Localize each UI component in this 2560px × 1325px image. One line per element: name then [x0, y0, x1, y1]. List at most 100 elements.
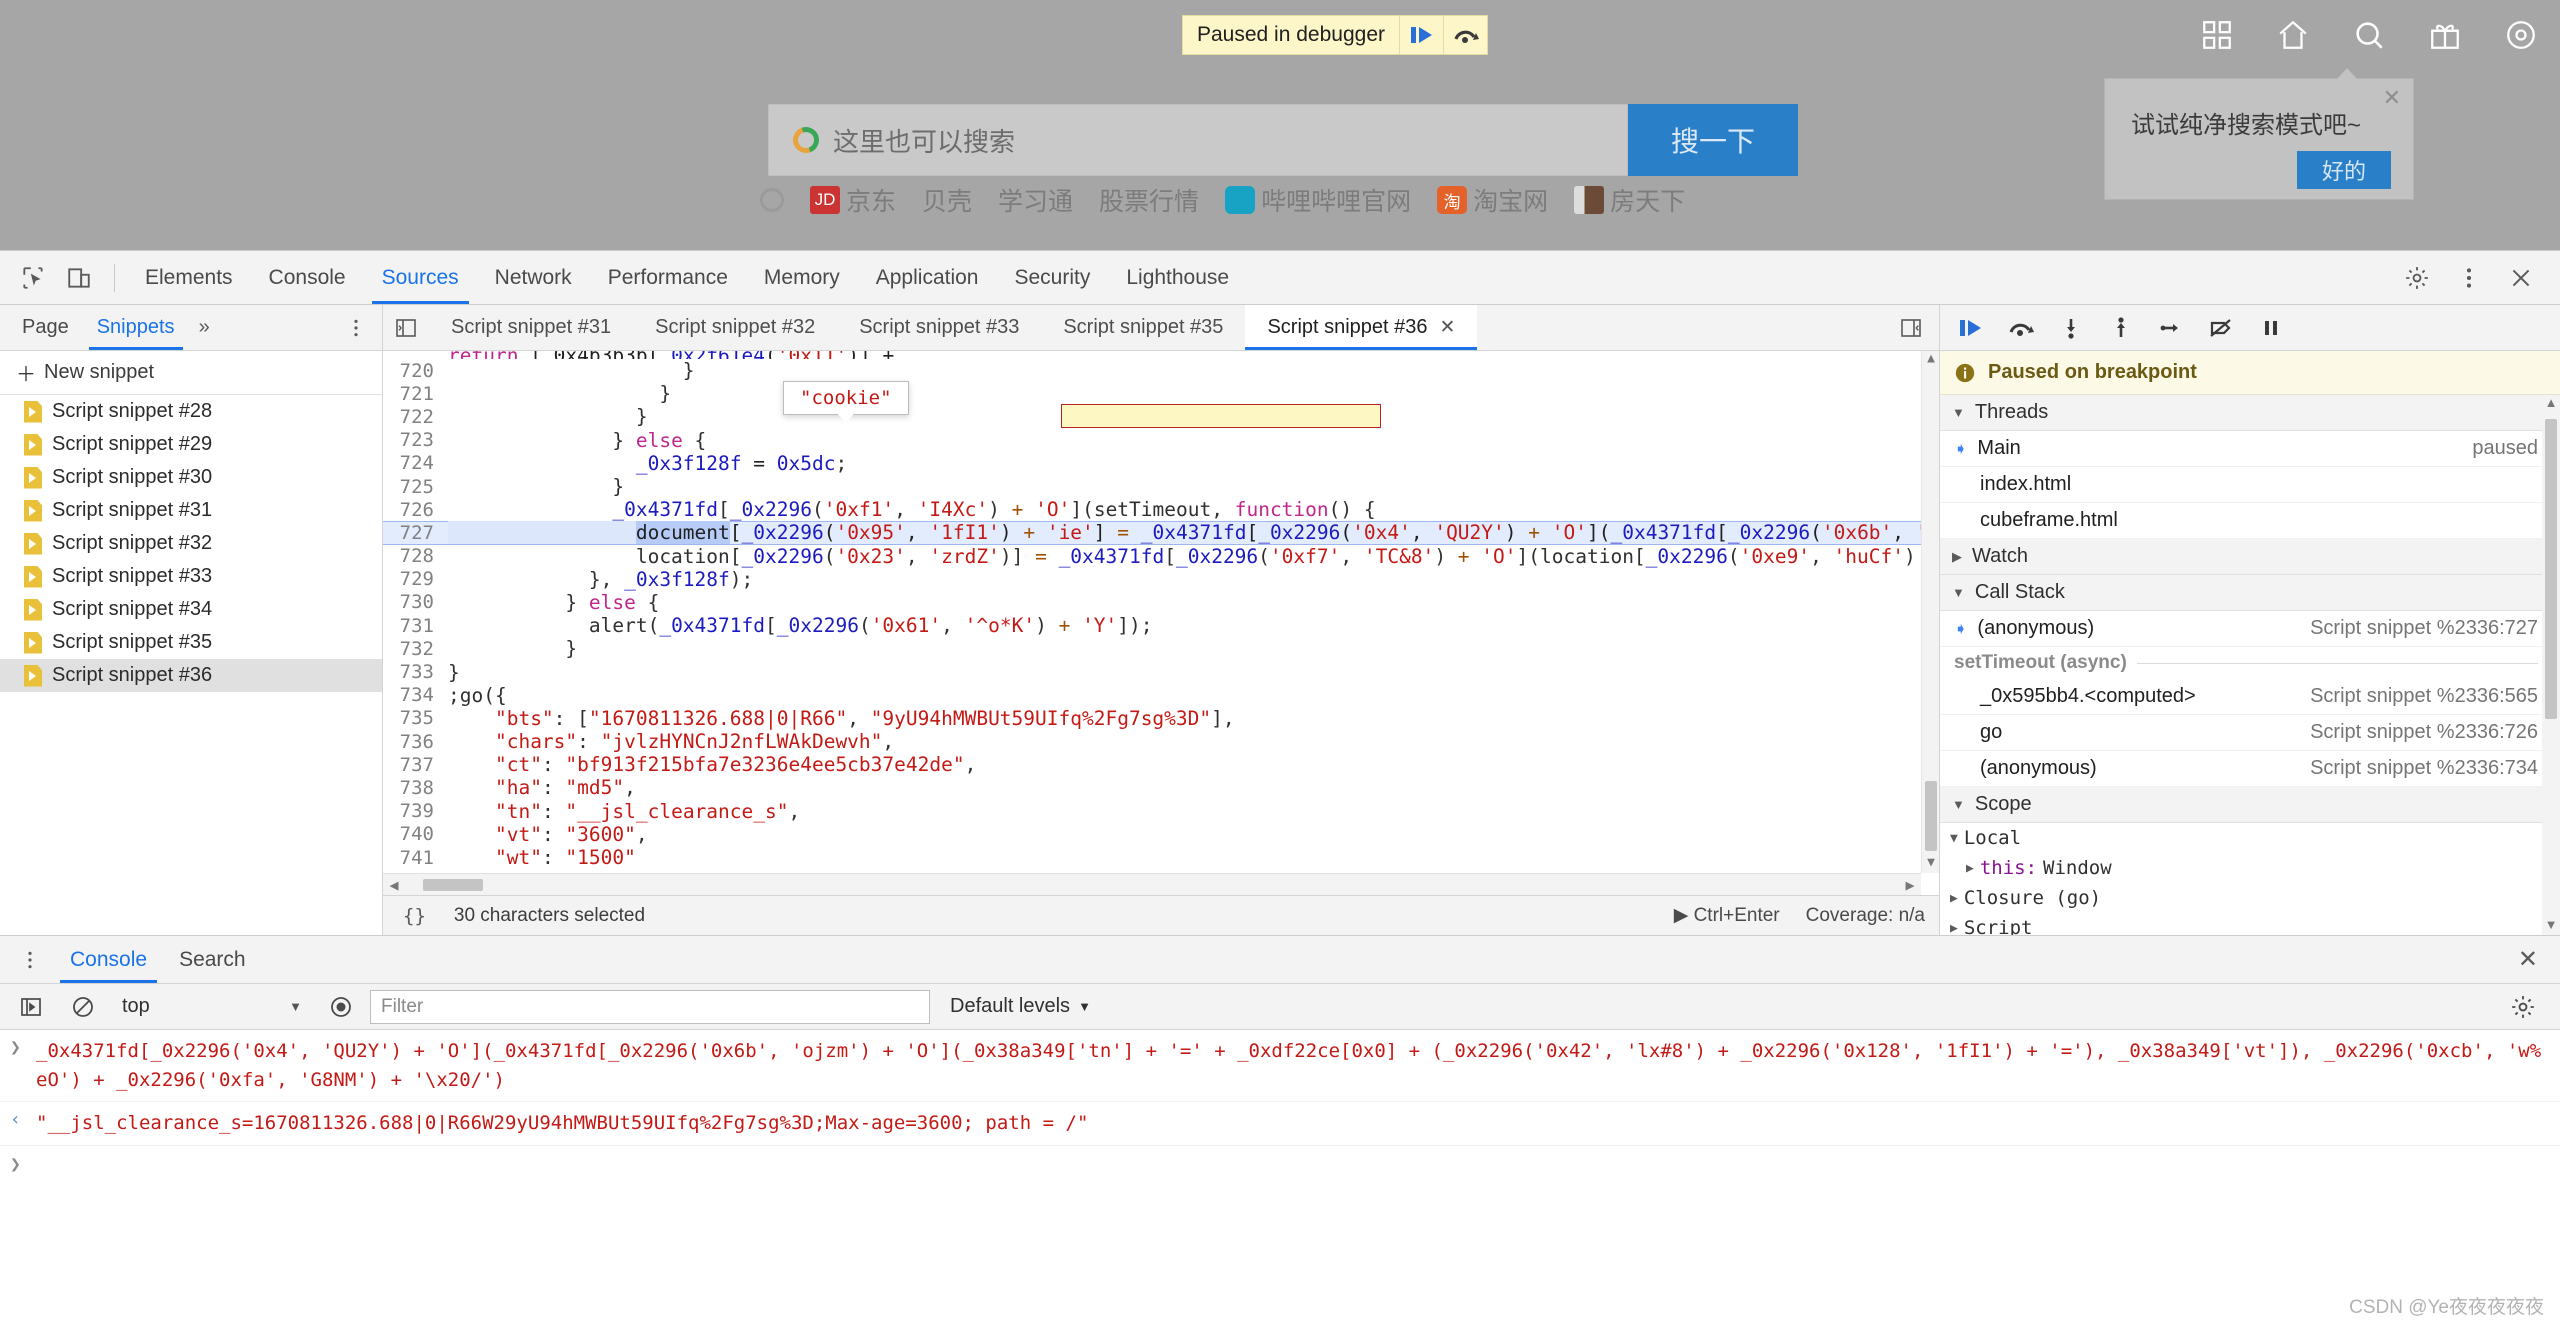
apps-grid-icon[interactable]	[2200, 18, 2234, 52]
step-out-icon[interactable]	[2098, 308, 2144, 348]
search-submit-button[interactable]: 搜一下	[1628, 104, 1798, 176]
console-levels-select[interactable]: Default levels ▼	[936, 995, 1105, 1018]
editor-tab-36[interactable]: Script snippet #36 ✕	[1245, 305, 1478, 350]
thread-row-index[interactable]: index.html	[1940, 467, 2560, 503]
scrollbar-thumb[interactable]	[423, 878, 483, 891]
resume-icon[interactable]	[1948, 308, 1994, 348]
resume-script-icon[interactable]	[1399, 16, 1443, 54]
nav-tab-page[interactable]: Page	[8, 305, 83, 350]
section-threads[interactable]: ▼ Threads	[1940, 395, 2560, 431]
quick-link-fangtianxia[interactable]: 房天下	[1574, 182, 1685, 218]
step-over-icon[interactable]	[1443, 16, 1487, 54]
gift-icon[interactable]	[2428, 18, 2462, 52]
section-watch[interactable]: ▶ Watch	[1940, 539, 2560, 575]
console-prompt-input[interactable]	[36, 1154, 2552, 1175]
pause-on-exceptions-icon[interactable]	[2248, 308, 2294, 348]
inspect-element-icon[interactable]	[10, 255, 56, 301]
drawer-tab-search[interactable]: Search	[163, 936, 262, 983]
tab-console[interactable]: Console	[251, 251, 364, 304]
scope-entry-closure[interactable]: ▶ Closure (go)	[1940, 883, 2560, 913]
close-devtools-icon[interactable]	[2498, 255, 2544, 301]
editor-horizontal-scrollbar[interactable]: ◀ ▶	[383, 873, 1921, 895]
deactivate-breakpoints-icon[interactable]	[2198, 308, 2244, 348]
scrollbar-thumb[interactable]	[2545, 419, 2557, 719]
tab-memory[interactable]: Memory	[746, 251, 858, 304]
clear-console-icon[interactable]	[60, 984, 106, 1030]
new-snippet-button[interactable]: ＋ New snippet	[0, 351, 382, 395]
quick-link-stocks[interactable]: 股票行情	[1099, 182, 1199, 218]
scroll-up-icon[interactable]: ▲	[2542, 395, 2560, 413]
section-call-stack[interactable]: ▼ Call Stack	[1940, 575, 2560, 611]
search-input[interactable]: 这里也可以搜索	[768, 104, 1628, 176]
list-item[interactable]: Script snippet #29	[0, 428, 382, 461]
thread-row-main[interactable]: ➧ Main paused	[1940, 431, 2560, 467]
thread-row-cubeframe[interactable]: cubeframe.html	[1940, 503, 2560, 539]
console-filter-input[interactable]: Filter	[370, 989, 930, 1024]
quick-link-taobao[interactable]: 淘淘宝网	[1437, 182, 1548, 218]
step-into-icon[interactable]	[2048, 308, 2094, 348]
show-navigator-icon[interactable]	[383, 305, 429, 350]
quick-link-compass[interactable]	[760, 188, 784, 212]
tab-network[interactable]: Network	[477, 251, 590, 304]
scroll-left-icon[interactable]: ◀	[383, 876, 405, 894]
quick-link-bilibili[interactable]: 哔哩哔哩官网	[1225, 182, 1411, 218]
device-toolbar-icon[interactable]	[56, 255, 102, 301]
list-item[interactable]: Script snippet #30	[0, 461, 382, 494]
drawer-tab-console[interactable]: Console	[54, 936, 163, 983]
more-vertical-icon[interactable]	[6, 947, 54, 973]
search-icon[interactable]	[2352, 18, 2386, 52]
editor-vertical-scrollbar[interactable]: ▲ ▼	[1921, 351, 1939, 873]
scroll-up-icon[interactable]: ▲	[1922, 351, 1939, 369]
home-icon[interactable]	[2276, 18, 2310, 52]
quick-link-jd[interactable]: JD 京东	[810, 182, 896, 218]
tab-elements[interactable]: Elements	[127, 251, 251, 304]
more-vertical-icon[interactable]	[330, 315, 382, 341]
run-snippet-hint[interactable]: ▶ Ctrl+Enter	[1674, 904, 1780, 927]
nav-tab-snippets[interactable]: Snippets	[83, 305, 189, 350]
step-icon[interactable]	[2148, 308, 2194, 348]
code-editor[interactable]: return [_0x4b3b3b[_0x2f61e4('0x11')] + .…	[383, 351, 1939, 895]
live-expression-icon[interactable]	[318, 984, 364, 1030]
call-stack-frame[interactable]: (anonymous) Script snippet %2336:734	[1940, 751, 2560, 787]
section-scope[interactable]: ▼ Scope	[1940, 787, 2560, 823]
more-tabs-icon[interactable]: »	[189, 316, 220, 339]
console-output[interactable]: ❯ _0x4371fd[_0x2296('0x4', 'QU2Y') + 'O'…	[0, 1030, 2560, 1304]
editor-tab-35[interactable]: Script snippet #35	[1041, 305, 1245, 350]
gear-icon[interactable]	[2394, 255, 2440, 301]
console-prompt[interactable]: ❯	[0, 1146, 2560, 1183]
step-over-icon[interactable]	[1998, 308, 2044, 348]
scope-entry-local[interactable]: ▼ Local	[1940, 823, 2560, 853]
tab-lighthouse[interactable]: Lighthouse	[1108, 251, 1247, 304]
close-tab-icon[interactable]: ✕	[1440, 316, 1456, 339]
quick-link-xuexitong[interactable]: 学习通	[998, 182, 1073, 218]
debugger-vertical-scrollbar[interactable]: ▲ ▼	[2542, 395, 2560, 935]
scope-entry-script[interactable]: ▶ Script	[1940, 913, 2560, 935]
scroll-right-icon[interactable]: ▶	[1899, 876, 1921, 894]
scope-entry-this[interactable]: ▶ this: Window	[1940, 853, 2560, 883]
list-item[interactable]: Script snippet #32	[0, 527, 382, 560]
more-vertical-icon[interactable]	[2446, 255, 2492, 301]
list-item[interactable]: Script snippet #35	[0, 626, 382, 659]
scroll-down-icon[interactable]: ▼	[1922, 855, 1939, 873]
editor-tab-32[interactable]: Script snippet #32	[633, 305, 837, 350]
tab-performance[interactable]: Performance	[590, 251, 746, 304]
close-icon[interactable]: ✕	[2383, 87, 2401, 109]
tab-application[interactable]: Application	[858, 251, 997, 304]
list-item[interactable]: Script snippet #33	[0, 560, 382, 593]
call-stack-frame[interactable]: go Script snippet %2336:726	[1940, 715, 2560, 751]
editor-tab-31[interactable]: Script snippet #31	[429, 305, 633, 350]
editor-tab-33[interactable]: Script snippet #33	[837, 305, 1041, 350]
list-item-selected[interactable]: Script snippet #36	[0, 659, 382, 692]
gear-icon[interactable]	[2494, 994, 2552, 1020]
quick-link-beike[interactable]: 贝壳	[922, 182, 972, 218]
list-item[interactable]: Script snippet #28	[0, 395, 382, 428]
call-stack-frame[interactable]: ➧ (anonymous) Script snippet %2336:727	[1940, 611, 2560, 647]
scrollbar-thumb[interactable]	[1925, 781, 1937, 851]
list-item[interactable]: Script snippet #34	[0, 593, 382, 626]
scroll-down-icon[interactable]: ▼	[2542, 917, 2560, 935]
settings-icon[interactable]	[2504, 18, 2538, 52]
pretty-print-button[interactable]: {}	[397, 905, 432, 927]
more-tabs-icon[interactable]	[1883, 316, 1939, 340]
tab-sources[interactable]: Sources	[364, 251, 477, 304]
close-drawer-icon[interactable]: ✕	[2496, 945, 2560, 974]
